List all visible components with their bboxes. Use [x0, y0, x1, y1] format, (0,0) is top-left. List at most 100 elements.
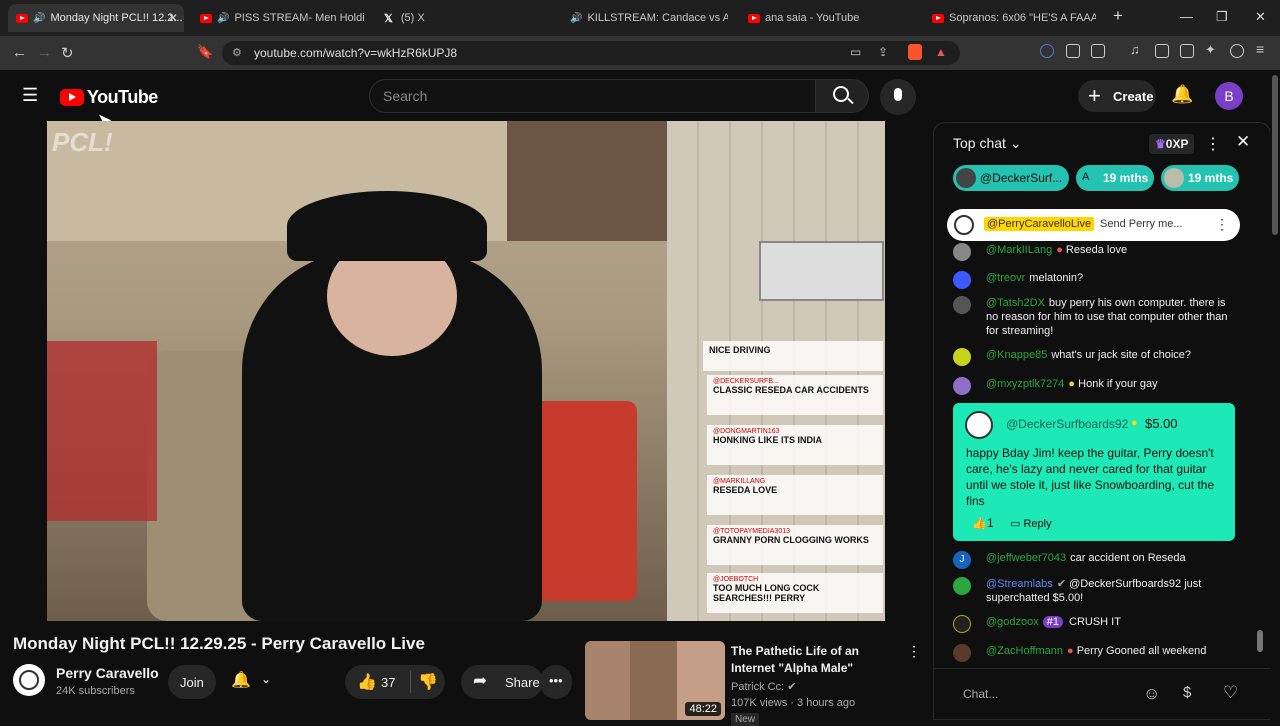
chat-message[interactable]: @treovr melatonin?: [953, 271, 1233, 289]
tab-x[interactable]: 𝕏 (5) X: [376, 4, 546, 32]
chevron-down-icon[interactable]: ⌄: [261, 672, 271, 686]
music-icon[interactable]: ♫: [1130, 42, 1144, 57]
brave-rewards-icon[interactable]: ▲: [935, 45, 947, 59]
sidebar-icon[interactable]: [1155, 44, 1169, 58]
crown-icon: ♛: [1155, 137, 1166, 151]
chat-scrollbar[interactable]: [1257, 200, 1263, 666]
search-button[interactable]: [815, 79, 869, 113]
xp-badge[interactable]: ♛0XP: [1149, 134, 1195, 154]
search-input[interactable]: Search: [369, 79, 816, 113]
recommended-channel[interactable]: Patrick Cc: ✔: [731, 680, 796, 693]
subscribe-bell-icon[interactable]: 🔔: [231, 670, 251, 690]
dislike-icon[interactable]: 👎: [418, 672, 438, 692]
member-badge-icon: ●: [1067, 645, 1074, 657]
site-info-icon[interactable]: ⚙: [232, 46, 242, 59]
speaker-icon[interactable]: 🔊: [33, 13, 45, 24]
close-tab-icon[interactable]: ✕: [168, 11, 178, 25]
more-vert-icon[interactable]: ⋮: [907, 643, 921, 660]
verified-icon: ✔: [787, 681, 797, 693]
wallet-icon[interactable]: [1091, 44, 1105, 58]
super-chat-icon[interactable]: $: [1183, 684, 1191, 701]
reload-icon[interactable]: ↻: [61, 44, 74, 62]
video-player[interactable]: PCL! NICE DRIVING @DECKERSURFB... CLASSIC…: [47, 121, 885, 621]
overlay-comment: @TOTOPAYMEDIA3013 GRANNY PORN CLOGGING WO…: [707, 525, 883, 565]
recommended-title[interactable]: The Pathetic Life of an Internet "Alpha …: [731, 643, 901, 677]
voice-search-button[interactable]: [880, 79, 916, 115]
like-icon[interactable]: 👍: [357, 672, 377, 692]
share-icon: ➦: [473, 671, 488, 690]
chat-message[interactable]: @godzoox #1 CRUSH IT: [953, 615, 1233, 633]
more-actions-button[interactable]: •••: [540, 665, 572, 699]
share-button[interactable]: ➦ Share: [461, 665, 543, 699]
chat-chip[interactable]: A 19 mths: [1076, 165, 1154, 191]
tab-piss-stream[interactable]: 🔊 PISS STREAM- Men Holding: [192, 4, 364, 32]
chat-chip[interactable]: @DeckerSurf...: [953, 165, 1069, 191]
chat-message[interactable]: @MarkIILang ● Reseda love: [953, 243, 1233, 261]
chat-message[interactable]: @Tatsh2DX buy perry his own computer. the…: [953, 296, 1233, 338]
avatar-letter: B: [1224, 88, 1234, 104]
close-window-icon[interactable]: ✕: [1255, 9, 1266, 25]
speaker-icon[interactable]: 🔊: [217, 13, 229, 24]
vpn-icon[interactable]: [1230, 44, 1244, 58]
new-tab-icon[interactable]: +: [1113, 6, 1123, 26]
create-button[interactable]: + Create: [1078, 80, 1156, 112]
bookmark-icon[interactable]: 🔖: [197, 44, 213, 60]
video-title: Monday Night PCL!! 12.29.25 - Perry Cara…: [13, 634, 425, 653]
video-duration: 48:22: [685, 702, 721, 716]
channel-name[interactable]: Perry Caravello: [56, 665, 159, 681]
notifications-bell-icon[interactable]: 🔔: [1171, 84, 1193, 105]
window-icon[interactable]: [1180, 44, 1194, 58]
reply-icon: ▭: [1010, 518, 1021, 530]
hamburger-menu-icon[interactable]: ☰: [22, 85, 38, 106]
brave-shield-icon[interactable]: [908, 44, 922, 60]
avatar: [953, 296, 971, 314]
superchat-card[interactable]: @DeckerSurfboards92 ● $5.00 happy Bday J…: [953, 403, 1235, 541]
extension-icon[interactable]: [1040, 44, 1054, 58]
chat-chip[interactable]: 19 mths: [1161, 165, 1239, 191]
account-avatar[interactable]: B: [1215, 82, 1243, 110]
chat-menu-icon[interactable]: ⋮: [1205, 134, 1221, 154]
chat-message[interactable]: J @jeffweber7043 car accident on Reseda: [953, 551, 1233, 569]
browser-tab-bar: 🔊 Monday Night PCL!! 12.2... ✕ 🔊 PISS ST…: [0, 0, 1280, 36]
more-vert-icon[interactable]: ⋮: [1215, 216, 1229, 233]
overlay-comment: @JOEBOTCH TOO MUCH LONG COCK SEARCHES!!! …: [707, 573, 883, 613]
tab-title: Monday Night PCL!! 12.2...: [50, 12, 183, 24]
address-bar[interactable]: ⚙ youtube.com/watch?v=wkHzR6kUPJ8 ▭ ⇪ ▲: [222, 41, 960, 65]
recommended-thumbnail[interactable]: 48:22: [585, 641, 725, 720]
screen-cast-icon[interactable]: ▭: [850, 45, 861, 59]
pinned-message[interactable]: @PerryCaravelloLive Send Perry me... ⋮: [947, 209, 1240, 241]
chat-message[interactable]: @Streamlabs ✔ @DeckerSurfboards92 just su…: [953, 577, 1233, 605]
channel-avatar[interactable]: [13, 664, 45, 696]
more-icon: •••: [549, 673, 563, 688]
leo-ai-icon[interactable]: ✦: [1205, 42, 1219, 57]
page-scrollbar[interactable]: [1270, 75, 1280, 720]
join-button[interactable]: Join: [168, 665, 216, 699]
youtube-logo[interactable]: YouTube: [60, 87, 158, 108]
heart-icon[interactable]: ♡: [1223, 683, 1238, 703]
emoji-icon[interactable]: ☺: [1143, 684, 1160, 704]
speaker-icon[interactable]: 🔊: [570, 13, 582, 24]
chat-message[interactable]: @Knappe85 what's ur jack site of choice?: [953, 348, 1233, 366]
chat-message[interactable]: @ZacHoffmann ● Perry Gooned all weekend: [953, 644, 1233, 662]
reply-button[interactable]: ▭ Reply: [1010, 517, 1052, 530]
tab-killstream[interactable]: 🔊 KILLSTREAM: Candace vs Al...: [558, 4, 728, 32]
share-page-icon[interactable]: ⇪: [878, 45, 888, 59]
superchat-like-button[interactable]: 👍1: [972, 516, 994, 530]
tab-ana-saia[interactable]: ana saia - YouTube: [740, 4, 910, 32]
puzzle-icon[interactable]: [1066, 44, 1080, 58]
mic-icon: [894, 88, 902, 101]
minimize-icon[interactable]: —: [1180, 9, 1193, 24]
avatar: [953, 243, 971, 261]
logo-text: YouTube: [87, 87, 158, 107]
avatar: [953, 615, 971, 633]
maximize-icon[interactable]: ❐: [1216, 9, 1228, 25]
tab-sopranos[interactable]: Sopranos: 6x06 "HE'S A FAAAG": [924, 4, 1096, 32]
menu-icon[interactable]: ≡: [1256, 41, 1270, 57]
top-chat-dropdown[interactable]: Top chat ⌄: [953, 135, 1022, 152]
tab-monday-night-pcl[interactable]: 🔊 Monday Night PCL!! 12.2... ✕: [8, 4, 184, 32]
chevron-down-icon: ⌄: [1009, 135, 1022, 151]
back-icon[interactable]: ←: [12, 44, 27, 61]
close-chat-icon[interactable]: ✕: [1236, 132, 1250, 152]
chat-message[interactable]: @mxyzptlk7274 ● Honk if your gay: [953, 377, 1233, 395]
forward-icon[interactable]: →: [37, 44, 52, 61]
